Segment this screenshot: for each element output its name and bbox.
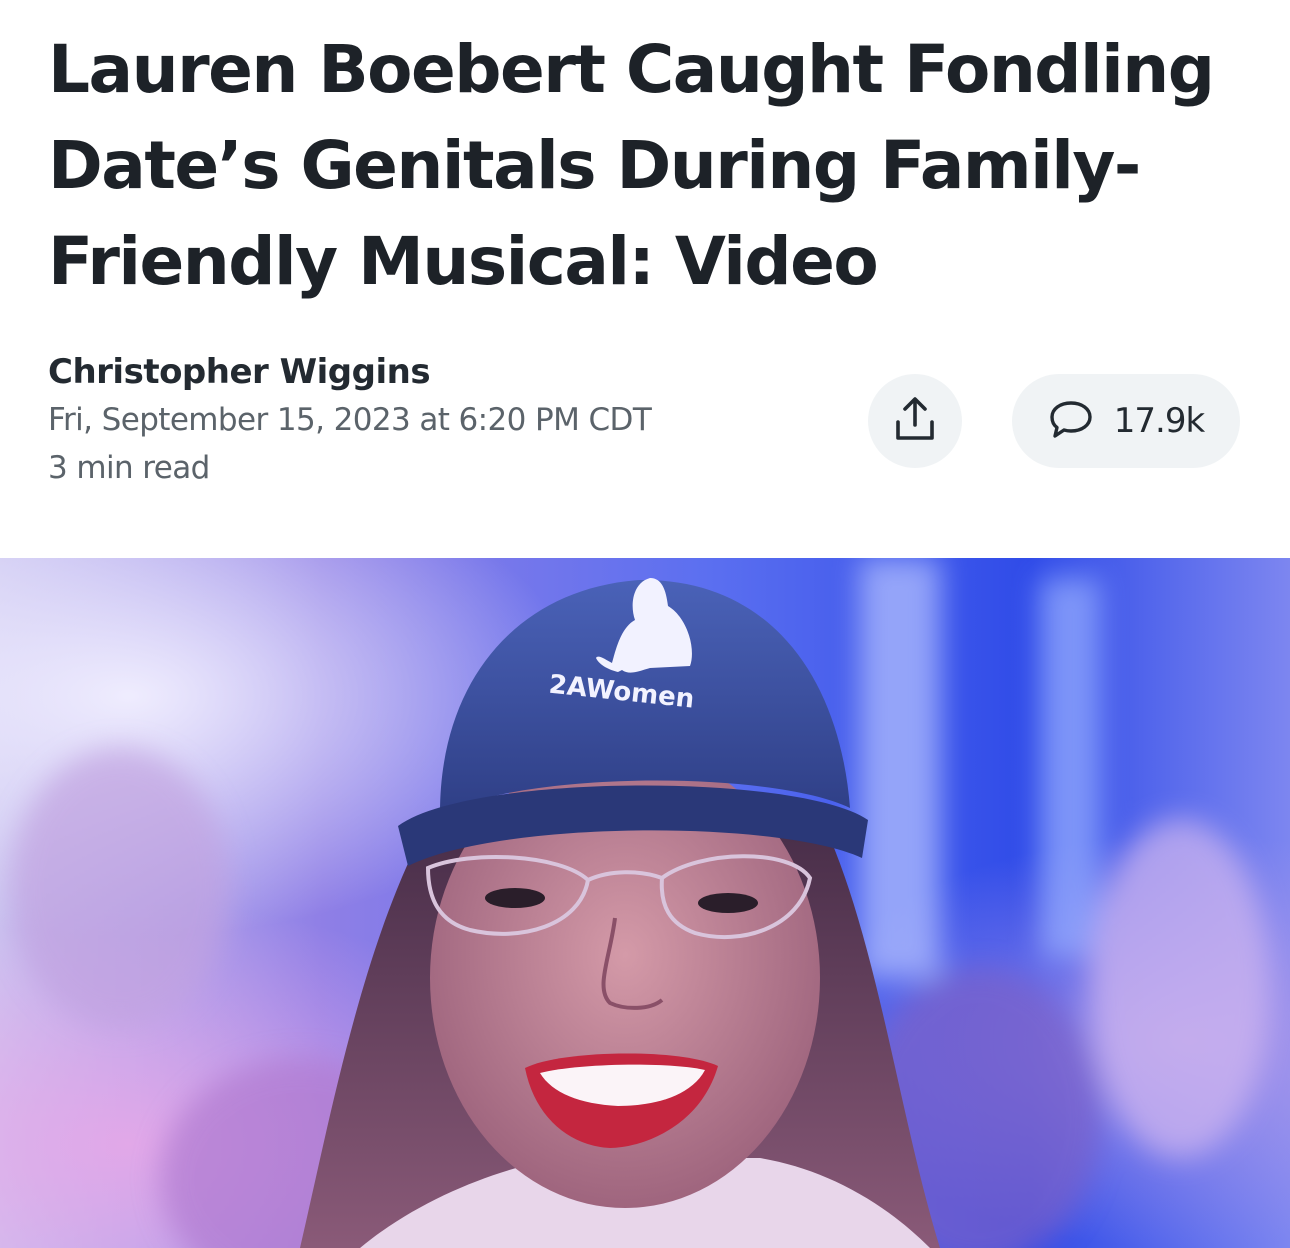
share-upload-icon <box>893 395 937 448</box>
share-button[interactable] <box>868 374 962 468</box>
author-name[interactable]: Christopher Wiggins <box>48 348 828 396</box>
article: Lauren Boebert Caught Fondling Date’s Ge… <box>0 0 1290 1248</box>
headline-line-2: Date’s Genitals During Family- <box>48 127 1141 204</box>
publish-date: Fri, September 15, 2023 at 6:20 PM CDT <box>48 402 652 438</box>
headline-line-3: Friendly Musical: Video <box>48 223 879 300</box>
comments-button[interactable]: 17.9k <box>1012 374 1240 468</box>
byline: Christopher Wiggins Fri, September 15, 2… <box>48 348 828 492</box>
hero-photo[interactable]: 2AWomen <box>0 558 1290 1248</box>
speech-bubble-icon <box>1048 398 1094 445</box>
read-time: 3 min read <box>48 450 210 486</box>
headline: Lauren Boebert Caught Fondling Date’s Ge… <box>48 22 1248 310</box>
headline-line-1: Lauren Boebert Caught Fondling <box>48 31 1215 108</box>
comment-count: 17.9k <box>1113 401 1205 441</box>
